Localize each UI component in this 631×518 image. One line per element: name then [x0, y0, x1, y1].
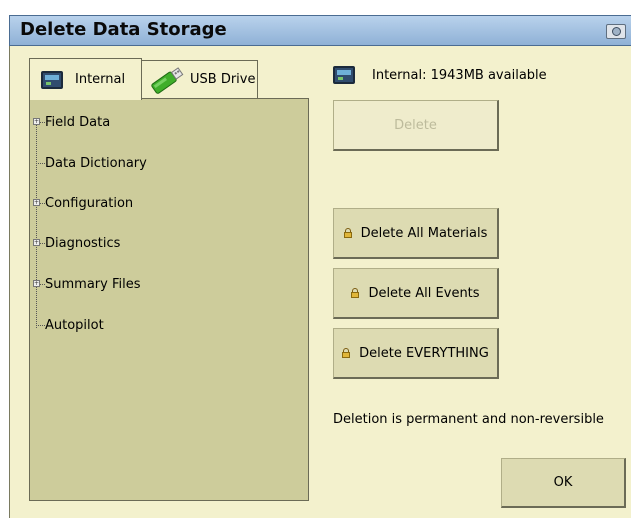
tab-usb-drive[interactable]: USB Drive [141, 60, 258, 98]
tree-item-data-dictionary[interactable]: Data Dictionary [36, 153, 147, 173]
delete-button-label: Delete [394, 117, 437, 133]
tree-item-label: Data Dictionary [45, 155, 147, 171]
lock-icon [342, 348, 351, 358]
usb-drive-icon [151, 66, 184, 94]
delete-all-materials-label: Delete All Materials [360, 225, 488, 241]
storage-status: Internal: 1943MB available [333, 66, 547, 84]
tree-item-label: Summary Files [45, 276, 141, 292]
internal-storage-icon [41, 70, 63, 89]
expand-icon[interactable]: + [33, 118, 40, 125]
tree-item-field-data[interactable]: + Field Data [33, 112, 111, 132]
delete-everything-label: Delete EVERYTHING [359, 345, 489, 361]
delete-button[interactable]: Delete [333, 100, 499, 151]
delete-all-materials-button[interactable]: Delete All Materials [333, 208, 499, 259]
storage-status-text: Internal: 1943MB available [372, 67, 547, 83]
delete-all-events-label: Delete All Events [368, 285, 480, 301]
dialog-window: Delete Data Storage Internal USB Drive +… [1, 0, 631, 518]
tree-item-diagnostics[interactable]: + Diagnostics [33, 233, 121, 253]
delete-everything-button[interactable]: Delete EVERYTHING [333, 328, 499, 379]
tab-internal[interactable]: Internal [29, 58, 142, 100]
lock-icon [343, 228, 352, 238]
tree-item-summary-files[interactable]: + Summary Files [33, 274, 141, 294]
ok-button[interactable]: OK [501, 458, 626, 508]
expand-icon[interactable]: + [33, 239, 40, 246]
tree-item-configuration[interactable]: + Configuration [33, 193, 134, 213]
tree-item-label: Diagnostics [45, 235, 121, 251]
internal-storage-icon [333, 66, 355, 84]
tree-item-label: Field Data [45, 114, 111, 130]
title-bar: Delete Data Storage [9, 15, 631, 46]
tree-item-label: Configuration [45, 195, 134, 211]
tab-usb-drive-label: USB Drive [190, 72, 256, 87]
delete-all-events-button[interactable]: Delete All Events [333, 268, 499, 319]
expand-icon[interactable]: + [33, 280, 40, 287]
tree-item-label: Autopilot [45, 317, 104, 333]
deletion-warning: Deletion is permanent and non-reversible [333, 412, 604, 427]
expand-icon[interactable]: + [33, 199, 40, 206]
dialog-content: Internal USB Drive + Field Data Data Dic… [9, 46, 631, 518]
tree-item-autopilot[interactable]: Autopilot [36, 315, 104, 335]
dialog-title: Delete Data Storage [20, 19, 227, 40]
storage-tree: + Field Data Data Dictionary + Configura… [29, 98, 309, 501]
camera-icon[interactable] [606, 24, 626, 39]
ok-button-label: OK [553, 475, 573, 490]
lock-icon [351, 288, 360, 298]
tab-internal-label: Internal [75, 72, 126, 87]
